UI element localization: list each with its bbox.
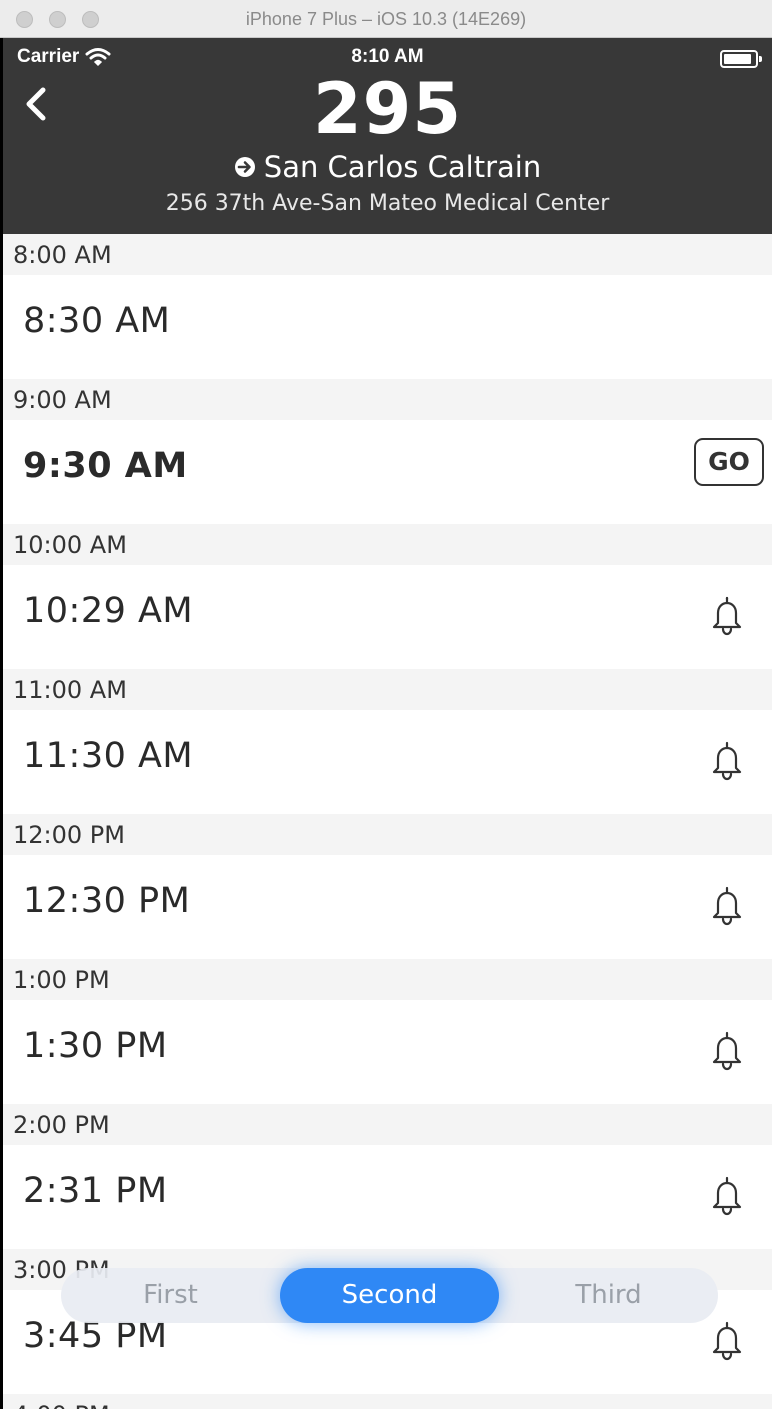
departure-row[interactable]: 12:30 PM	[3, 855, 772, 959]
arrow-circle-icon	[234, 157, 255, 177]
section-header: 4:00 PM	[3, 1394, 772, 1409]
window-title: iPhone 7 Plus – iOS 10.3 (14E269)	[245, 9, 527, 29]
segment-second[interactable]: Second	[280, 1268, 499, 1323]
section-header: 2:00 PM	[3, 1104, 772, 1145]
departure-row[interactable]: 2:31 PM	[3, 1145, 772, 1249]
bell-icon[interactable]	[707, 1320, 747, 1362]
section-header: 10:00 AM	[3, 524, 772, 565]
bell-icon[interactable]	[707, 595, 747, 637]
departure-row[interactable]: 8:30 AM	[3, 275, 772, 379]
segmented-control: First Second Third	[61, 1268, 718, 1323]
departure-time: 8:30 AM	[23, 301, 171, 341]
bell-icon[interactable]	[707, 885, 747, 927]
section-header: 11:00 AM	[3, 669, 772, 710]
status-time: 8:10 AM	[351, 46, 424, 67]
departure-time: 9:30 AM	[23, 446, 188, 486]
go-button[interactable]: GO	[694, 438, 764, 486]
section-header: 12:00 PM	[3, 814, 772, 855]
destination-label: San Carlos Caltrain	[263, 150, 542, 184]
battery-icon	[720, 50, 762, 68]
destination-row: San Carlos Caltrain	[3, 150, 772, 184]
section-header: 8:00 AM	[3, 234, 772, 275]
stop-name: 256 37th Ave-San Mateo Medical Center	[165, 191, 610, 216]
schedule-list[interactable]: 8:00 AM 8:30 AM 9:00 AM 9:30 AM GO 10:00…	[3, 234, 772, 1409]
departure-row[interactable]: 1:30 PM	[3, 1000, 772, 1104]
simulator-window: iPhone 7 Plus – iOS 10.3 (14E269) Carrie…	[0, 0, 772, 1409]
departure-time: 12:30 PM	[23, 881, 191, 921]
departure-time: 2:31 PM	[23, 1171, 168, 1211]
departure-time: 10:29 AM	[23, 591, 194, 631]
section-header: 9:00 AM	[3, 379, 772, 420]
section-header: 1:00 PM	[3, 959, 772, 1000]
bell-icon[interactable]	[707, 740, 747, 782]
segment-third[interactable]: Third	[499, 1268, 718, 1323]
bell-icon[interactable]	[707, 1030, 747, 1072]
window-titlebar: iPhone 7 Plus – iOS 10.3 (14E269)	[0, 0, 772, 38]
departure-time: 1:30 PM	[23, 1026, 168, 1066]
route-header: Carrier 8:10 AM 295 San Carlos Caltrain …	[3, 38, 772, 234]
departure-row[interactable]: 10:29 AM	[3, 565, 772, 669]
departure-row[interactable]: 9:30 AM GO	[3, 420, 772, 524]
route-number: 295	[312, 68, 463, 150]
phone-screen: Carrier 8:10 AM 295 San Carlos Caltrain …	[3, 38, 772, 1409]
departure-row[interactable]: 11:30 AM	[3, 710, 772, 814]
departure-time: 11:30 AM	[23, 736, 194, 776]
segment-first[interactable]: First	[61, 1268, 280, 1323]
bell-icon[interactable]	[707, 1175, 747, 1217]
